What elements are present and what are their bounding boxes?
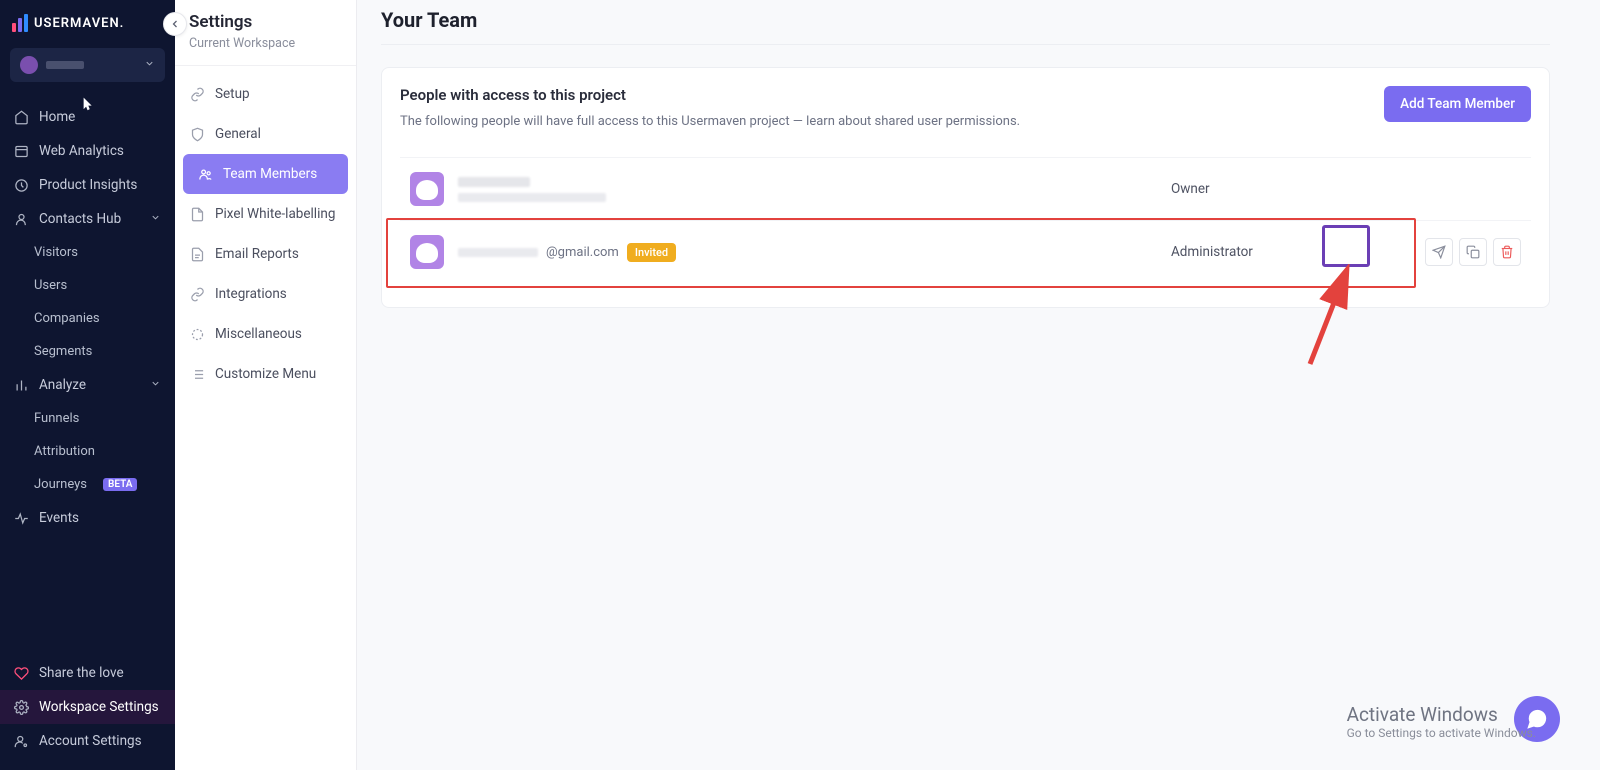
add-team-member-button[interactable]: Add Team Member	[1384, 86, 1531, 122]
invited-badge: Invited	[627, 243, 676, 262]
nav-analyze[interactable]: Analyze	[0, 368, 175, 402]
integration-icon	[189, 286, 205, 302]
settings-team-members[interactable]: Team Members	[183, 154, 348, 194]
card-title: People with access to this project	[400, 86, 1384, 104]
link-icon	[189, 86, 205, 102]
page-title: Your Team	[381, 6, 1550, 45]
nav-account-settings[interactable]: Account Settings	[0, 724, 175, 758]
member-avatar	[410, 172, 444, 206]
nav-journeys[interactable]: Journeys BETA	[0, 468, 175, 501]
team-icon	[197, 166, 213, 182]
workspace-switcher[interactable]	[10, 48, 165, 82]
settings-subtitle: Current Workspace	[189, 36, 342, 51]
cursor-overlay-icon	[78, 96, 96, 120]
nav-product-insights[interactable]: Product Insights	[0, 168, 175, 202]
nav-events-label: Events	[39, 510, 79, 526]
chevron-down-icon	[150, 211, 161, 227]
report-icon	[189, 246, 205, 262]
nav-companies[interactable]: Companies	[0, 302, 175, 335]
nav-segments[interactable]: Segments	[0, 335, 175, 368]
insights-icon	[14, 178, 29, 193]
nav-contacts-hub-label: Contacts Hub	[39, 211, 121, 227]
beta-badge: BETA	[103, 478, 137, 491]
settings-integrations[interactable]: Integrations	[175, 274, 356, 314]
workspace-name-redacted	[46, 61, 84, 69]
workspace-avatar	[20, 56, 38, 74]
copy-invite-button[interactable]	[1459, 238, 1487, 266]
nav-users[interactable]: Users	[0, 269, 175, 302]
gear-icon	[14, 700, 29, 715]
member-avatar	[410, 235, 444, 269]
brand-text: USERMAVEN.	[34, 16, 124, 31]
nav-contacts-hub[interactable]: Contacts Hub	[0, 202, 175, 236]
resend-invite-button[interactable]	[1425, 238, 1453, 266]
settings-setup[interactable]: Setup	[175, 74, 356, 114]
nav-share-love[interactable]: Share the love	[0, 656, 175, 690]
settings-title: Settings	[189, 12, 342, 32]
settings-email-reports[interactable]: Email Reports	[175, 234, 356, 274]
heart-icon	[14, 666, 29, 681]
collapse-sidebar-button[interactable]	[163, 12, 187, 36]
browser-icon	[14, 144, 29, 159]
list-icon	[189, 366, 205, 382]
nav-visitors[interactable]: Visitors	[0, 236, 175, 269]
nav-share-label: Share the love	[39, 665, 124, 681]
member-email-partial: @gmail.com	[546, 245, 619, 260]
card-description: The following people will have full acce…	[400, 114, 1384, 129]
shield-icon	[189, 126, 205, 142]
nav-funnels[interactable]: Funnels	[0, 402, 175, 435]
delete-member-button[interactable]	[1493, 238, 1521, 266]
member-email-redacted	[458, 248, 538, 257]
nav-ws-settings-label: Workspace Settings	[39, 699, 159, 715]
nav-account-settings-label: Account Settings	[39, 733, 142, 749]
chat-widget-button[interactable]	[1514, 696, 1560, 742]
nav-workspace-settings[interactable]: Workspace Settings	[0, 690, 175, 724]
brand-logo[interactable]: USERMAVEN.	[0, 0, 175, 48]
pulse-icon	[14, 511, 29, 526]
logo-icon	[12, 14, 28, 32]
nav-product-insights-label: Product Insights	[39, 177, 137, 193]
file-icon	[189, 206, 205, 222]
settings-general[interactable]: General	[175, 114, 356, 154]
member-role: Administrator	[1171, 244, 1391, 260]
chevron-down-icon	[144, 57, 155, 73]
user-icon	[14, 212, 29, 227]
member-name-redacted	[458, 177, 530, 187]
member-role: Owner	[1171, 181, 1391, 197]
chart-icon	[14, 378, 29, 393]
team-card: People with access to this project The f…	[381, 67, 1550, 308]
settings-customize-menu[interactable]: Customize Menu	[175, 354, 356, 394]
settings-subnav: Settings Current Workspace Setup General…	[175, 0, 357, 770]
nav-events[interactable]: Events	[0, 501, 175, 535]
primary-nav: Home Web Analytics Product Insights Cont…	[0, 96, 175, 656]
member-row: Owner	[400, 157, 1531, 220]
settings-pixel[interactable]: Pixel White-labelling	[175, 194, 356, 234]
chevron-down-icon	[150, 377, 161, 393]
nav-analyze-label: Analyze	[39, 377, 86, 393]
nav-web-analytics-label: Web Analytics	[39, 143, 124, 159]
misc-icon	[189, 326, 205, 342]
member-email-redacted	[458, 193, 606, 202]
settings-misc[interactable]: Miscellaneous	[175, 314, 356, 354]
user-settings-icon	[14, 734, 29, 749]
main-content: Your Team People with access to this pro…	[357, 0, 1600, 770]
nav-attribution[interactable]: Attribution	[0, 435, 175, 468]
home-icon	[14, 110, 29, 125]
member-row: @gmail.com Invited Administrator	[400, 220, 1531, 283]
nav-web-analytics[interactable]: Web Analytics	[0, 134, 175, 168]
nav-home-label: Home	[39, 109, 75, 125]
